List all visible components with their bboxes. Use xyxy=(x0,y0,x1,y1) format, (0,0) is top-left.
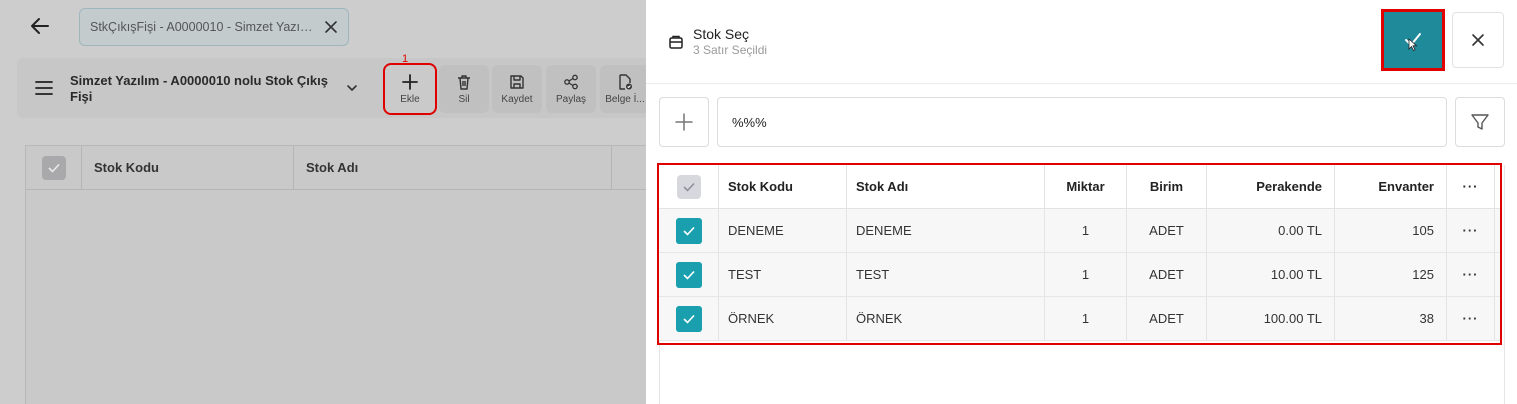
share-button[interactable]: Paylaş xyxy=(546,65,596,113)
cell-stock-name: TEST xyxy=(847,253,1045,296)
document-check-icon xyxy=(619,73,632,90)
save-button-label: Kaydet xyxy=(501,93,533,105)
table-row[interactable]: TEST TEST 1 ADET 10.00 TL 125 ··· xyxy=(659,253,1500,297)
cell-unit: ADET xyxy=(1127,297,1207,340)
tab-title: StkÇıkışFişi - A0000010 - Simzet Yazılı.… xyxy=(90,20,314,34)
confirm-selection-button[interactable] xyxy=(1381,9,1445,71)
row-checkbox-cell[interactable] xyxy=(659,253,719,296)
row-more-icon[interactable]: ··· xyxy=(1447,209,1495,252)
row-checkbox-cell[interactable] xyxy=(659,209,719,252)
check-icon xyxy=(682,226,695,236)
row-checkbox[interactable] xyxy=(675,217,702,244)
header-stock-name[interactable]: Stok Adı xyxy=(847,165,1045,208)
cell-inventory: 105 xyxy=(1335,209,1447,252)
row-checkbox[interactable] xyxy=(675,305,702,332)
plus-icon xyxy=(675,113,693,131)
stock-grid: Stok Kodu Stok Adı Miktar Birim Perakend… xyxy=(657,163,1502,345)
check-icon xyxy=(682,314,695,324)
row-more-icon[interactable]: ··· xyxy=(1447,297,1495,340)
delete-button[interactable]: Sil xyxy=(439,65,489,113)
table-row[interactable]: DENEME DENEME 1 ADET 0.00 TL 105 ··· xyxy=(659,209,1500,253)
table-row[interactable]: ÖRNEK ÖRNEK 1 ADET 100.00 TL 38 ··· xyxy=(659,297,1500,341)
search-input[interactable] xyxy=(717,97,1447,147)
select-all-checkbox[interactable] xyxy=(676,174,701,199)
selected-count: 3 Satır Seçildi xyxy=(693,43,768,57)
filter-icon xyxy=(1471,114,1489,130)
cell-unit: ADET xyxy=(1127,253,1207,296)
back-arrow-icon[interactable] xyxy=(28,14,52,38)
check-icon xyxy=(682,270,695,280)
document-title: Simzet Yazılım - A0000010 nolu Stok Çıkı… xyxy=(70,73,328,104)
cell-stock-code: ÖRNEK xyxy=(719,297,847,340)
grid-header-row: Stok Kodu Stok Adı Miktar Birim Perakend… xyxy=(659,165,1500,209)
check-icon xyxy=(682,182,695,192)
row-checkbox[interactable] xyxy=(675,261,702,288)
cell-quantity: 1 xyxy=(1045,253,1127,296)
cell-retail: 100.00 TL xyxy=(1207,297,1335,340)
background-select-all[interactable] xyxy=(26,145,82,190)
box-icon xyxy=(669,35,683,49)
close-tab-icon[interactable] xyxy=(324,20,338,34)
add-button[interactable]: Ekle xyxy=(383,63,437,115)
header-divider xyxy=(646,83,1517,84)
cell-unit: ADET xyxy=(1127,209,1207,252)
filter-button[interactable] xyxy=(1455,97,1505,147)
row-more-icon[interactable]: ··· xyxy=(1447,253,1495,296)
row-checkbox-cell[interactable] xyxy=(659,297,719,340)
save-button[interactable]: Kaydet xyxy=(492,65,542,113)
header-unit[interactable]: Birim xyxy=(1127,165,1207,208)
cell-stock-code: TEST xyxy=(719,253,847,296)
cell-quantity: 1 xyxy=(1045,209,1127,252)
cell-stock-name: ÖRNEK xyxy=(847,297,1045,340)
delete-button-label: Sil xyxy=(458,93,470,105)
close-panel-button[interactable] xyxy=(1452,12,1504,68)
hamburger-menu-icon[interactable] xyxy=(35,80,53,96)
trash-icon xyxy=(458,74,470,90)
check-icon xyxy=(1405,33,1421,52)
header-inventory[interactable]: Envanter xyxy=(1335,165,1447,208)
close-icon xyxy=(1472,34,1484,46)
select-all-checkbox[interactable] xyxy=(42,155,66,180)
cell-quantity: 1 xyxy=(1045,297,1127,340)
plus-icon xyxy=(402,73,418,90)
header-more-icon[interactable]: ··· xyxy=(1447,165,1495,208)
background-table-header: Stok Kodu Stok Adı xyxy=(26,145,646,190)
stock-select-panel: Stok Seç 3 Satır Seçildi Stok xyxy=(646,0,1517,404)
background-page: StkÇıkışFişi - A0000010 - Simzet Yazılı.… xyxy=(0,0,646,404)
background-table: Stok Kodu Stok Adı xyxy=(25,145,646,404)
background-header-stock-name[interactable]: Stok Adı xyxy=(294,145,612,190)
cell-retail: 10.00 TL xyxy=(1207,253,1335,296)
document-tab[interactable]: StkÇıkışFişi - A0000010 - Simzet Yazılı.… xyxy=(79,8,349,46)
cell-stock-code: DENEME xyxy=(719,209,847,252)
header-retail[interactable]: Perakende xyxy=(1207,165,1335,208)
cell-retail: 0.00 TL xyxy=(1207,209,1335,252)
share-icon xyxy=(564,74,578,89)
document-info-button[interactable]: Belge İ... xyxy=(600,65,646,113)
document-info-button-label: Belge İ... xyxy=(605,93,645,105)
step-marker-1: 1 xyxy=(402,53,409,65)
add-stock-button[interactable] xyxy=(659,97,709,147)
header-stock-code[interactable]: Stok Kodu xyxy=(719,165,847,208)
panel-title: Stok Seç xyxy=(693,26,750,42)
background-header-stock-code[interactable]: Stok Kodu xyxy=(82,145,294,190)
cell-stock-name: DENEME xyxy=(847,209,1045,252)
grid-select-all[interactable] xyxy=(659,165,719,208)
cell-inventory: 125 xyxy=(1335,253,1447,296)
document-toolbar: Simzet Yazılım - A0000010 nolu Stok Çıkı… xyxy=(17,58,646,118)
floppy-disk-icon xyxy=(510,74,524,89)
chevron-down-icon[interactable] xyxy=(346,82,358,94)
header-quantity[interactable]: Miktar xyxy=(1045,165,1127,208)
add-button-label: Ekle xyxy=(400,93,420,105)
share-button-label: Paylaş xyxy=(555,93,586,105)
check-icon xyxy=(48,163,60,173)
cell-inventory: 38 xyxy=(1335,297,1447,340)
